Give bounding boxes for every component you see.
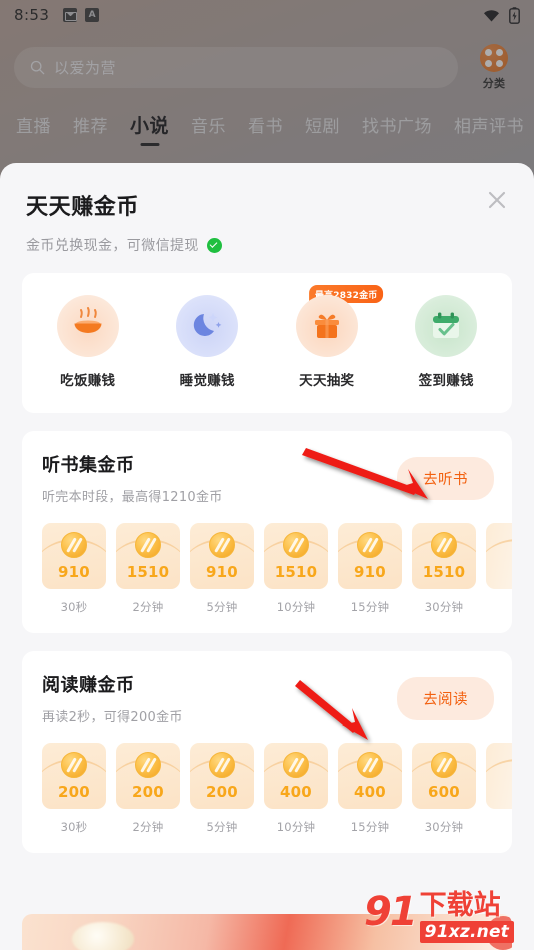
reward-item-overflow[interactable] <box>486 523 512 615</box>
reward-item[interactable]: 910 30秒 <box>42 523 106 615</box>
reward-caption: 30秒 <box>60 600 88 614</box>
reward-item[interactable]: 200 30秒 <box>42 743 106 835</box>
bowl-food-icon <box>56 295 119 357</box>
reward-caption: 30分钟 <box>424 820 464 834</box>
coin-icon <box>209 532 235 558</box>
close-icon[interactable] <box>482 185 512 215</box>
task-sleep-label: 睡觉赚钱 <box>179 373 235 389</box>
reward-item[interactable]: 200 2分钟 <box>116 743 180 835</box>
earn-coins-sheet: 天天赚金币 金币兑换现金，可微信提现 吃饭赚钱 睡觉赚钱 最高2832金币 天天… <box>0 163 534 950</box>
reward-item[interactable]: 200 5分钟 <box>190 743 254 835</box>
reward-item[interactable]: 600 30分钟 <box>412 743 476 835</box>
gift-box-icon <box>295 295 358 357</box>
reward-value: 600 <box>428 783 460 801</box>
banner-bow-decoration <box>72 922 134 950</box>
sheet-subtitle-text: 金币兑换现金，可微信提现 <box>26 238 199 254</box>
reward-caption: 10分钟 <box>276 820 316 834</box>
tasks-row: 吃饭赚钱 睡觉赚钱 最高2832金币 天天抽奖 签到赚钱 <box>22 285 512 395</box>
reward-value: 200 <box>206 783 238 801</box>
page-title: 天天赚金币 <box>26 195 140 220</box>
go-listen-button[interactable]: 去听书 <box>397 456 494 500</box>
reward-item[interactable]: 910 5分钟 <box>190 523 254 615</box>
reward-caption: 30分钟 <box>424 600 464 614</box>
go-read-button[interactable]: 去阅读 <box>397 676 494 720</box>
reward-value: 1510 <box>274 563 318 581</box>
coin-icon <box>61 752 87 778</box>
task-signin-label: 签到赚钱 <box>418 373 474 389</box>
coin-icon <box>283 532 309 558</box>
read-section-title: 阅读赚金币 <box>42 675 135 696</box>
task-lottery-label: 天天抽奖 <box>299 373 355 389</box>
reward-item[interactable]: 400 10分钟 <box>264 743 328 835</box>
sheet-header: 天天赚金币 金币兑换现金，可微信提现 <box>0 163 534 255</box>
read-rewards-strip[interactable]: 200 30秒 200 2分钟 200 5分钟 400 10分钟 400 15分… <box>22 725 512 835</box>
app-root: 8:53 A 以爱为营 分类 直播 推荐 小说 音乐 看书 短剧 找书广场 相声… <box>0 0 534 950</box>
listen-section-card: 听书集金币 听完本时段，最高得1210金币 去听书 910 30秒 1510 2… <box>22 431 512 633</box>
reward-value: 1510 <box>422 563 466 581</box>
listen-section-header: 听书集金币 听完本时段，最高得1210金币 去听书 <box>22 449 512 505</box>
reward-value: 200 <box>58 783 90 801</box>
reward-value: 400 <box>354 783 386 801</box>
coin-icon <box>135 752 161 778</box>
reward-value: 200 <box>132 783 164 801</box>
task-eat[interactable]: 吃饭赚钱 <box>28 295 148 389</box>
read-section-card: 阅读赚金币 再读2秒，可得200金币 去阅读 200 30秒 200 2分钟 2… <box>22 651 512 853</box>
reward-value: 910 <box>58 563 90 581</box>
wechat-verified-icon <box>206 237 222 253</box>
reward-item[interactable]: 910 15分钟 <box>338 523 402 615</box>
reward-caption: 10分钟 <box>276 600 316 614</box>
reward-value: 910 <box>354 563 386 581</box>
task-lottery[interactable]: 最高2832金币 天天抽奖 <box>267 285 387 389</box>
watermark-domain: 91xz.net <box>419 921 515 943</box>
task-eat-label: 吃饭赚钱 <box>60 373 116 389</box>
calendar-check-icon <box>415 295 478 357</box>
reward-caption: 15分钟 <box>350 820 390 834</box>
reward-caption: 15分钟 <box>350 600 390 614</box>
listen-section-title: 听书集金币 <box>42 455 135 476</box>
coin-icon <box>209 752 235 778</box>
task-sleep[interactable]: 睡觉赚钱 <box>148 295 268 389</box>
reward-value: 910 <box>206 563 238 581</box>
coin-icon <box>135 532 161 558</box>
coin-icon <box>431 532 457 558</box>
coin-icon <box>283 752 309 778</box>
listen-section-subtitle: 听完本时段，最高得1210金币 <box>42 490 223 505</box>
reward-caption: 2分钟 <box>132 600 164 614</box>
coin-icon <box>61 532 87 558</box>
watermark-name: 下载站 <box>419 890 501 921</box>
reward-item-overflow[interactable] <box>486 743 512 835</box>
sheet-subtitle: 金币兑换现金，可微信提现 <box>26 235 508 255</box>
coin-icon <box>357 532 383 558</box>
reward-item[interactable]: 1510 10分钟 <box>264 523 328 615</box>
reward-caption: 5分钟 <box>206 820 238 834</box>
watermark-logo: 91 <box>364 889 418 935</box>
site-watermark: 91 下载站 91xz.net <box>364 892 528 946</box>
reward-item[interactable]: 400 15分钟 <box>338 743 402 835</box>
reward-caption: 5分钟 <box>206 600 238 614</box>
task-signin[interactable]: 签到赚钱 <box>387 295 507 389</box>
read-section-header: 阅读赚金币 再读2秒，可得200金币 去阅读 <box>22 669 512 725</box>
moon-sleep-icon <box>176 295 239 357</box>
listen-rewards-strip[interactable]: 910 30秒 1510 2分钟 910 5分钟 1510 10分钟 910 1… <box>22 505 512 615</box>
reward-item[interactable]: 1510 30分钟 <box>412 523 476 615</box>
reward-value: 1510 <box>126 563 170 581</box>
reward-item[interactable]: 1510 2分钟 <box>116 523 180 615</box>
reward-caption: 2分钟 <box>132 820 164 834</box>
coin-icon <box>357 752 383 778</box>
reward-caption: 30秒 <box>60 820 88 834</box>
coin-icon <box>431 752 457 778</box>
read-section-subtitle: 再读2秒，可得200金币 <box>42 710 183 725</box>
reward-value: 400 <box>280 783 312 801</box>
tasks-card: 吃饭赚钱 睡觉赚钱 最高2832金币 天天抽奖 签到赚钱 <box>22 273 512 413</box>
